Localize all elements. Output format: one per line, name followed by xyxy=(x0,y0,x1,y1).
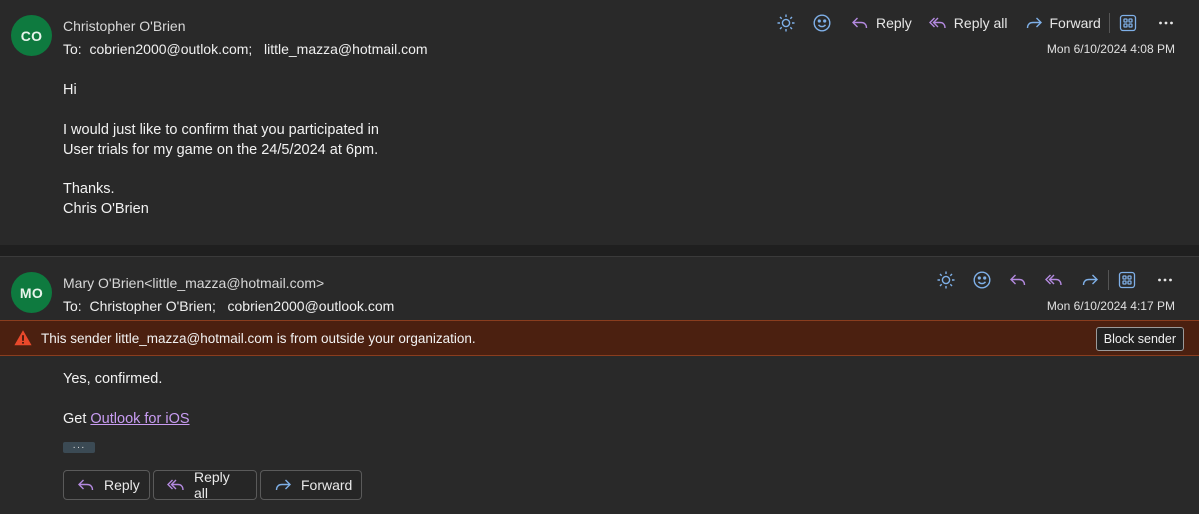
reply-all-button[interactable]: Reply all xyxy=(928,11,1008,35)
forward-icon xyxy=(1024,13,1044,33)
more-icon[interactable] xyxy=(1155,270,1175,290)
message-card-1: CO Christopher O'Brien To: cobrien2000@o… xyxy=(0,0,1199,245)
forward-label: Forward xyxy=(1049,15,1101,31)
sun-icon[interactable] xyxy=(776,13,796,33)
reply-label: Reply xyxy=(104,477,140,493)
body-line: Chris O'Brien xyxy=(63,201,149,217)
reply-icon xyxy=(850,13,870,33)
body-line: Get Outlook for iOS xyxy=(63,409,190,429)
outlook-ios-link[interactable]: Outlook for iOS xyxy=(90,411,189,427)
body-line: Yes, confirmed. xyxy=(63,371,163,387)
emoji-icon[interactable] xyxy=(972,270,992,290)
more-icon[interactable] xyxy=(1156,13,1176,33)
toolbar-divider xyxy=(1108,270,1109,290)
reply-all-button[interactable]: Reply all xyxy=(153,469,257,501)
message-card-2: MO Mary O'Brien<little_mazza@hotmail.com… xyxy=(0,256,1199,514)
sender-name[interactable]: Christopher O'Brien xyxy=(63,18,186,34)
reply-all-icon xyxy=(928,13,948,33)
body-line: User trials for my game on the 24/5/2024… xyxy=(63,142,379,158)
reply-all-label: Reply all xyxy=(953,15,1008,31)
show-trimmed-content-button[interactable]: ··· xyxy=(63,442,95,453)
emoji-icon[interactable] xyxy=(812,13,832,33)
warning-text: This sender little_mazza@hotmail.com is … xyxy=(41,330,476,346)
body-line: I would just like to confirm that you pa… xyxy=(63,122,379,138)
forward-icon[interactable] xyxy=(1080,270,1100,290)
warning-icon xyxy=(13,328,33,348)
forward-label: Forward xyxy=(301,477,353,493)
body-line: Thanks. xyxy=(63,181,115,197)
reply-all-icon xyxy=(166,475,186,495)
forward-button[interactable]: Forward xyxy=(1024,11,1101,35)
reply-button[interactable]: Reply xyxy=(63,470,150,500)
sender-name[interactable]: Mary O'Brien<little_mazza@hotmail.com> xyxy=(63,275,324,291)
message-body: Yes, confirmed. Get Outlook for iOS xyxy=(63,369,190,429)
message-body: Hi I would just like to confirm that you… xyxy=(63,80,379,219)
reply-icon[interactable] xyxy=(1008,270,1028,290)
message-toolbar xyxy=(936,268,1175,292)
reply-all-icon[interactable] xyxy=(1044,270,1064,290)
reply-all-label: Reply all xyxy=(194,469,230,501)
get-prefix: Get xyxy=(63,411,91,427)
toolbar-divider xyxy=(1108,13,1110,33)
external-sender-warning: This sender little_mazza@hotmail.com is … xyxy=(0,320,1199,356)
forward-icon xyxy=(273,475,293,495)
block-sender-button[interactable]: Block sender xyxy=(1095,327,1184,351)
recipients: To: Christopher O'Brien; cobrien2000@out… xyxy=(63,298,395,314)
message-date: Mon 6/10/2024 4:17 PM xyxy=(1046,299,1175,313)
reply-button[interactable]: Reply xyxy=(850,11,912,35)
body-line: Hi xyxy=(63,82,77,98)
avatar[interactable]: MO xyxy=(11,272,52,313)
forward-button[interactable]: Forward xyxy=(260,470,362,500)
reply-label: Reply xyxy=(876,15,912,31)
avatar[interactable]: CO xyxy=(11,15,52,56)
message-toolbar: Reply Reply all Forward xyxy=(776,11,1176,35)
reply-icon xyxy=(76,475,96,495)
recipients: To: cobrien2000@outlok.com; little_mazza… xyxy=(63,41,428,57)
message-date: Mon 6/10/2024 4:08 PM xyxy=(1046,42,1175,56)
apps-icon[interactable] xyxy=(1118,13,1138,33)
sun-icon[interactable] xyxy=(936,270,956,290)
apps-icon[interactable] xyxy=(1117,270,1137,290)
